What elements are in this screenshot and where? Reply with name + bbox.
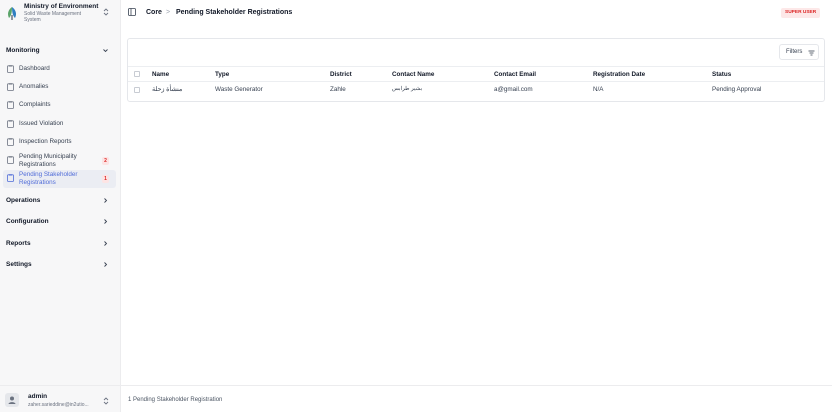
cell-contact-name: بشير طرابس xyxy=(392,86,423,92)
section-operations[interactable]: Operations xyxy=(0,194,121,208)
section-label: Settings xyxy=(6,261,32,268)
column-header[interactable]: Contact Name xyxy=(392,71,434,78)
sidebar-item-label: Complaints xyxy=(19,101,51,108)
avatar xyxy=(5,393,19,407)
sidebar-toggle-icon[interactable] xyxy=(128,8,136,16)
column-header[interactable]: Status xyxy=(712,71,731,78)
breadcrumb-root[interactable]: Core xyxy=(146,9,162,16)
count-badge: 1 xyxy=(102,175,109,183)
section-label: Operations xyxy=(6,197,41,204)
status-footer: 1 Pending Stakeholder Registration xyxy=(121,385,832,412)
clipboard-icon xyxy=(7,65,14,73)
user-name: admin xyxy=(28,393,48,400)
sidebar-item-dashboard[interactable]: Dashboard xyxy=(3,61,116,77)
sidebar-item-label: Issued Violation xyxy=(19,120,64,127)
section-label: Reports xyxy=(6,240,31,247)
section-monitoring[interactable]: Monitoring xyxy=(0,44,121,58)
count-badge: 2 xyxy=(102,157,109,165)
role-badge: SUPER USER xyxy=(781,8,821,18)
cell-type: Waste Generator xyxy=(215,86,263,93)
column-header[interactable]: District xyxy=(330,71,352,78)
row-checkbox[interactable] xyxy=(134,87,140,93)
chevron-right-icon xyxy=(104,241,108,246)
cell-registration-date: N/A xyxy=(593,86,604,93)
chevron-right-icon xyxy=(104,198,108,203)
column-header[interactable]: Contact Email xyxy=(494,71,536,78)
filters-button[interactable]: Filters xyxy=(779,44,819,60)
column-header[interactable]: Type xyxy=(215,71,229,78)
chevron-right-icon xyxy=(104,262,108,267)
leaf-logo-icon xyxy=(8,7,16,20)
select-all-checkbox[interactable] xyxy=(134,71,140,77)
cell-name: منشأة زحلة xyxy=(152,86,183,93)
clipboard-icon xyxy=(7,138,14,146)
breadcrumb-separator: > xyxy=(166,9,171,16)
section-label: Configuration xyxy=(6,218,49,225)
brand-switcher[interactable]: Ministry of Environment Solid Waste Mana… xyxy=(0,0,121,30)
column-header[interactable]: Name xyxy=(152,71,169,78)
section-label: Monitoring xyxy=(6,47,40,54)
chevron-up-down-icon xyxy=(103,397,109,405)
sidebar-item-label: Pending Municipality Registrations xyxy=(19,153,77,168)
clipboard-icon xyxy=(7,120,14,128)
cell-status: Pending Approval xyxy=(712,86,762,93)
clipboard-icon xyxy=(7,101,14,109)
sidebar-item-label: Dashboard xyxy=(19,65,50,72)
sidebar-item-label: Pending Stakeholder Registrations xyxy=(19,171,78,186)
section-settings[interactable]: Settings xyxy=(0,258,121,272)
section-configuration[interactable]: Configuration xyxy=(0,215,121,229)
section-reports[interactable]: Reports xyxy=(0,237,121,251)
table-row[interactable]: منشأة زحلة Waste Generator Zahle بشير طر… xyxy=(128,82,824,100)
top-bar: Core > Pending Stakeholder Registrations… xyxy=(121,0,832,28)
brand-subtitle: Solid Waste Management System xyxy=(24,11,82,23)
sidebar-item-issued-violation[interactable]: Issued Violation xyxy=(3,116,116,132)
sidebar-item-pending-stakeholder[interactable]: Pending Stakeholder Registrations 1 xyxy=(3,170,116,188)
clipboard-icon xyxy=(7,174,14,182)
cell-district: Zahle xyxy=(330,86,346,93)
page-title: Pending Stakeholder Registrations xyxy=(176,9,293,16)
registrations-card: Filters Name Type District Contact Name … xyxy=(127,38,825,102)
clipboard-icon xyxy=(7,83,14,91)
sidebar-item-anomalies[interactable]: Anomalies xyxy=(3,79,116,95)
sidebar-item-label: Inspection Reports xyxy=(19,138,72,145)
user-email: zaher.sarieddine@in2utio... xyxy=(28,402,89,408)
main-content: Core > Pending Stakeholder Registrations… xyxy=(121,0,832,412)
chevron-up-down-icon xyxy=(103,8,109,16)
column-header[interactable]: Registration Date xyxy=(593,71,645,78)
cell-contact-email: a@gmail.com xyxy=(494,86,533,93)
filter-icon xyxy=(808,50,815,56)
filters-label: Filters xyxy=(786,49,803,55)
brand-title: Ministry of Environment xyxy=(24,3,99,10)
user-menu[interactable]: admin zaher.sarieddine@in2utio... xyxy=(0,385,121,412)
sidebar-item-complaints[interactable]: Complaints xyxy=(3,97,116,113)
sidebar-item-label: Anomalies xyxy=(19,83,49,90)
sidebar-item-inspection-reports[interactable]: Inspection Reports xyxy=(3,134,116,150)
chevron-down-icon xyxy=(103,49,108,53)
user-icon xyxy=(8,396,16,404)
clipboard-icon xyxy=(7,156,14,164)
sidebar-item-pending-municipality[interactable]: Pending Municipality Registrations 2 xyxy=(3,152,116,170)
table-header: Name Type District Contact Name Contact … xyxy=(128,66,824,82)
record-count: 1 Pending Stakeholder Registration xyxy=(128,397,223,403)
sidebar: Ministry of Environment Solid Waste Mana… xyxy=(0,0,121,412)
chevron-right-icon xyxy=(104,219,108,224)
